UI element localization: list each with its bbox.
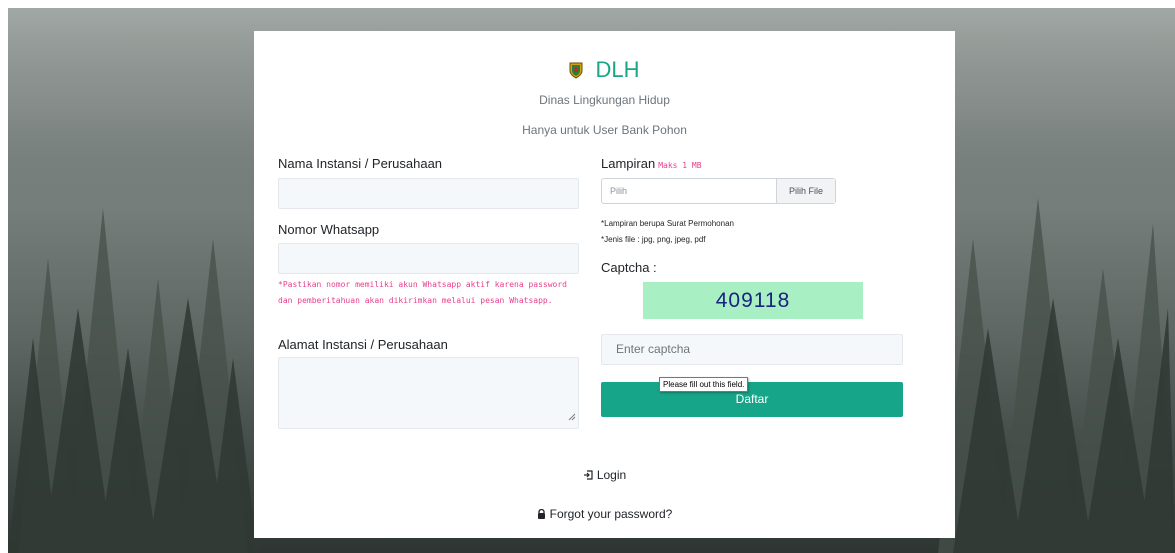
address-label: Alamat Instansi / Perusahaan — [278, 337, 448, 352]
register-card: DLH Dinas Lingkungan Hidup Hanya untuk U… — [254, 31, 955, 538]
whatsapp-label: Nomor Whatsapp — [278, 222, 380, 237]
login-link[interactable]: Login — [254, 468, 955, 483]
whatsapp-input[interactable] — [278, 243, 579, 274]
attachment-label: Lampiran Maks 1 MB — [601, 156, 702, 171]
company-name-label: Nama Instansi / Perusahaan — [278, 156, 443, 171]
forgot-password-label: Forgot your password? — [549, 507, 673, 521]
sign-in-icon — [583, 469, 593, 483]
validation-tooltip: Please fill out this field. — [659, 377, 749, 392]
resize-grip-icon[interactable] — [568, 408, 576, 426]
captcha-label: Captcha : — [601, 260, 657, 275]
register-button[interactable]: Daftar — [601, 382, 903, 417]
forgot-password-link[interactable]: Forgot your password? — [254, 507, 955, 522]
captcha-image: 409118 — [643, 282, 863, 319]
address-textarea[interactable] — [278, 357, 579, 429]
login-link-label: Login — [596, 468, 627, 482]
attachment-label-text: Lampiran — [601, 156, 656, 171]
choose-file-button[interactable]: Pilih File — [776, 179, 835, 203]
shield-logo-icon — [569, 59, 583, 85]
attachment-file-input[interactable]: Pilih Pilih File — [601, 178, 836, 204]
lock-icon — [537, 508, 546, 522]
brand-name: DLH — [595, 57, 640, 82]
brand-header: DLH — [254, 57, 955, 85]
attachment-max-size: Maks 1 MB — [658, 161, 702, 170]
attachment-note-type: *Lampiran berupa Surat Permohonan — [601, 219, 734, 228]
captcha-input[interactable]: Enter captcha — [601, 334, 903, 365]
whatsapp-warning: *Pastikan nomor memiliki akun Whatsapp a… — [278, 280, 567, 305]
attachment-note-format: *Jenis file : jpg, png, jpeg, pdf — [601, 235, 706, 244]
company-name-input[interactable] — [278, 178, 579, 209]
brand-note: Hanya untuk User Bank Pohon — [522, 123, 687, 137]
brand-subtitle: Dinas Lingkungan Hidup — [539, 93, 670, 107]
attachment-placeholder: Pilih — [610, 186, 628, 196]
